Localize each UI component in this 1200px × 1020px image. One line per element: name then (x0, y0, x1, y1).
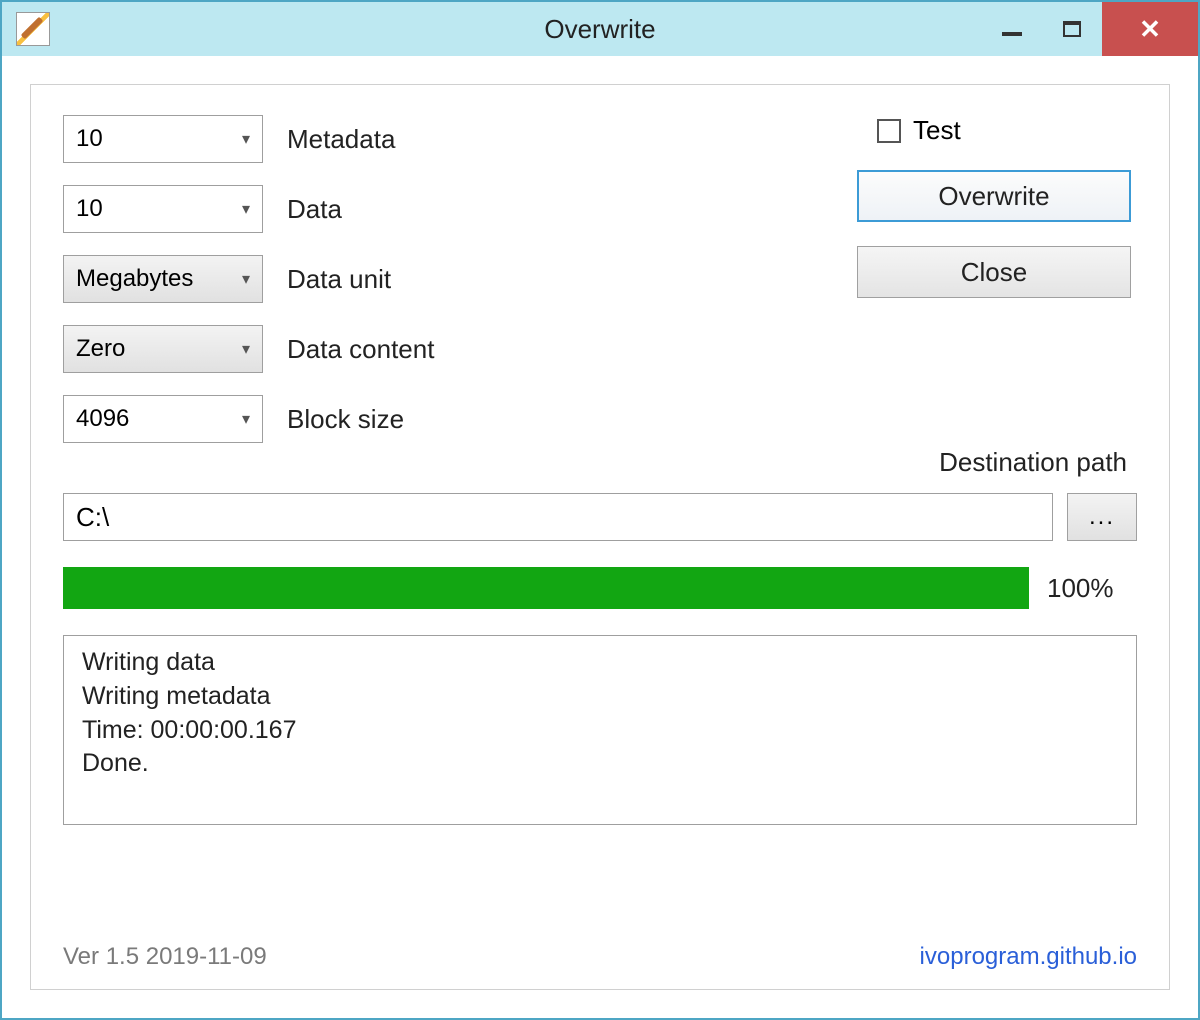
chevron-down-icon: ▾ (242, 129, 250, 149)
block-size-combo[interactable]: 4096 ▾ (63, 395, 263, 443)
actions-column: Test Overwrite Close (857, 115, 1137, 443)
minimize-icon (1002, 32, 1022, 36)
log-output[interactable]: Writing data Writing metadata Time: 00:0… (63, 635, 1137, 825)
path-row: C:\ ... (63, 493, 1137, 541)
progress-bar (63, 567, 1029, 609)
chevron-down-icon: ▾ (242, 339, 250, 359)
data-content-combo[interactable]: Zero ▾ (63, 325, 263, 373)
test-label: Test (913, 115, 961, 146)
app-icon (16, 12, 50, 46)
test-checkbox-row[interactable]: Test (877, 115, 1131, 146)
test-checkbox[interactable] (877, 119, 901, 143)
close-icon: ✕ (1139, 14, 1161, 45)
titlebar: Overwrite ✕ (2, 2, 1198, 56)
data-content-label: Data content (287, 334, 434, 365)
top-grid: 10 ▾ Metadata 10 ▾ Data Megabytes ▾ (63, 115, 1137, 443)
data-label: Data (287, 194, 342, 225)
window-controls: ✕ (982, 2, 1198, 56)
overwrite-button[interactable]: Overwrite (857, 170, 1131, 222)
progress-row: 100% (63, 567, 1137, 609)
metadata-value: 10 (76, 125, 103, 153)
options-column: 10 ▾ Metadata 10 ▾ Data Megabytes ▾ (63, 115, 434, 443)
block-size-label: Block size (287, 404, 404, 435)
destination-path-input[interactable]: C:\ (63, 493, 1053, 541)
close-window-button[interactable]: ✕ (1102, 2, 1198, 56)
browse-button[interactable]: ... (1067, 493, 1137, 541)
data-row: 10 ▾ Data (63, 185, 434, 233)
destination-path-label: Destination path (939, 447, 1127, 478)
metadata-label: Metadata (287, 124, 395, 155)
data-unit-value: Megabytes (76, 265, 193, 293)
chevron-down-icon: ▾ (242, 409, 250, 429)
close-button[interactable]: Close (857, 246, 1131, 298)
chevron-down-icon: ▾ (242, 199, 250, 219)
maximize-button[interactable] (1042, 2, 1102, 56)
footer: Ver 1.5 2019-11-09 ivoprogram.github.io (63, 927, 1137, 971)
client-area: 10 ▾ Metadata 10 ▾ Data Megabytes ▾ (30, 84, 1170, 990)
chevron-down-icon: ▾ (242, 269, 250, 289)
data-value: 10 (76, 195, 103, 223)
data-unit-row: Megabytes ▾ Data unit (63, 255, 434, 303)
data-combo[interactable]: 10 ▾ (63, 185, 263, 233)
homepage-link[interactable]: ivoprogram.github.io (920, 943, 1137, 971)
block-size-value: 4096 (76, 405, 129, 433)
block-size-row: 4096 ▾ Block size (63, 395, 434, 443)
data-unit-combo[interactable]: Megabytes ▾ (63, 255, 263, 303)
data-unit-label: Data unit (287, 264, 391, 295)
version-text: Ver 1.5 2019-11-09 (63, 943, 267, 971)
metadata-row: 10 ▾ Metadata (63, 115, 434, 163)
metadata-combo[interactable]: 10 ▾ (63, 115, 263, 163)
maximize-icon (1063, 21, 1081, 37)
destination-path-value: C:\ (76, 502, 109, 533)
progress-percent: 100% (1047, 573, 1137, 604)
data-content-value: Zero (76, 335, 125, 363)
window-title: Overwrite (544, 14, 655, 45)
data-content-row: Zero ▾ Data content (63, 325, 434, 373)
minimize-button[interactable] (982, 2, 1042, 56)
app-window: Overwrite ✕ 10 ▾ Metadata 10 ▾ (0, 0, 1200, 1020)
